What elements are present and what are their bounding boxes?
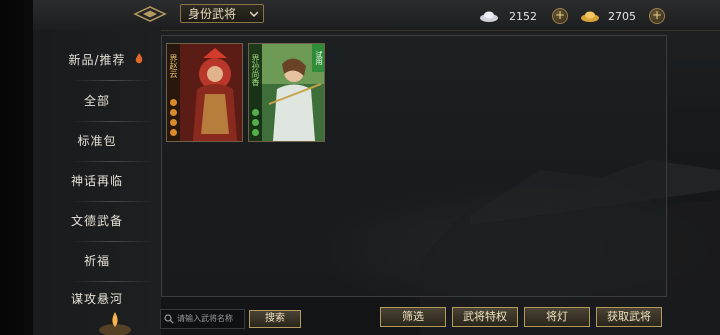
sidebar-item-wende-wubei[interactable]: 文德武备 [33, 201, 161, 241]
sidebar-item-new-recommend[interactable]: 新品/推荐 [33, 40, 161, 80]
hp-pip [252, 119, 259, 126]
general-name: 界孙尚香 [251, 54, 260, 86]
sidebar-item-label: 新品/推荐 [68, 53, 126, 67]
category-sidebar: 新品/推荐 全部 标准包 神话再临 文德武备 祈福 谋攻悬河 [33, 30, 161, 335]
general-name: 界赵云 [169, 54, 178, 78]
torch-flame-icon [99, 312, 131, 335]
search-button[interactable]: 搜索 [249, 310, 301, 328]
sidebar-item-myth-return[interactable]: 神话再临 [33, 161, 161, 201]
trial-badge: 试用 [312, 44, 324, 72]
identity-filter-select[interactable]: 身份武将 [180, 4, 264, 23]
general-card-zhao-yun[interactable]: 界赵云 [166, 43, 243, 142]
privilege-button[interactable]: 武将特权 [452, 307, 518, 327]
sidebar-item-label: 祈福 [83, 254, 110, 268]
add-gold-button[interactable]: + [649, 8, 665, 24]
hp-pip [170, 119, 177, 126]
back-button[interactable] [133, 4, 167, 24]
search-icon [164, 314, 174, 324]
sidebar-item-standard-pack[interactable]: 标准包 [33, 121, 161, 161]
search-input[interactable]: 请输入武将名称 [160, 309, 245, 329]
left-edge [0, 0, 33, 335]
search-placeholder: 请输入武将名称 [177, 314, 233, 323]
gold-currency: 2705 + [580, 7, 665, 25]
sidebar-item-label: 全部 [83, 94, 110, 108]
silver-currency: 2152 + [479, 7, 568, 25]
sidebar-item-blessing[interactable]: 祈福 [33, 241, 161, 281]
gold-ingot-icon [581, 11, 599, 22]
sidebar-item-all[interactable]: 全部 [33, 81, 161, 121]
silver-amount: 2152 [509, 9, 537, 23]
chevron-down-icon [250, 11, 258, 18]
sidebar-item-label: 标准包 [77, 134, 117, 148]
hp-pip [170, 99, 177, 106]
hp-pip [170, 129, 177, 136]
hp-pip [252, 129, 259, 136]
identity-filter-label: 身份武将 [188, 7, 237, 21]
hp-pip [170, 109, 177, 116]
general-card-sun-shangxiang[interactable]: 界孙尚香 试用 [248, 43, 325, 142]
gold-amount: 2705 [608, 9, 636, 23]
add-silver-button[interactable]: + [552, 8, 568, 24]
filter-button[interactable]: 筛选 [380, 307, 446, 327]
hp-pip [252, 109, 259, 116]
lantern-button[interactable]: 将灯 [524, 307, 590, 327]
new-flame-icon [135, 53, 143, 64]
silver-ingot-icon [480, 11, 498, 22]
obtain-general-button[interactable]: 获取武将 [596, 307, 662, 327]
sidebar-item-label: 神话再临 [70, 174, 123, 188]
sidebar-item-label: 文德武备 [70, 214, 123, 228]
